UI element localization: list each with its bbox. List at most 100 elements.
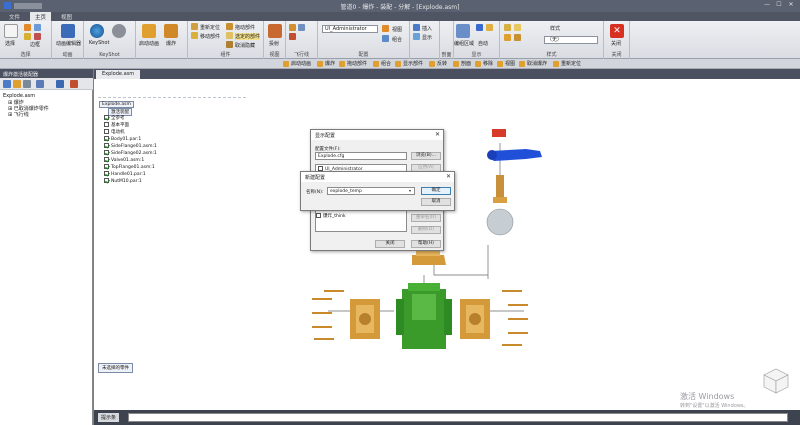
drag-part-label[interactable]: 拖动部件 — [235, 24, 255, 31]
select-tool-icon[interactable] — [24, 24, 31, 31]
close-icon[interactable]: ✕ — [435, 131, 440, 138]
select-tool-icon[interactable] — [34, 33, 41, 40]
animation-editor-icon[interactable] — [61, 24, 75, 38]
chevron-down-icon[interactable]: ▾ — [409, 188, 411, 193]
config-list-item[interactable]: 爆炸_think — [316, 213, 346, 219]
asm-item[interactable]: 基本平面 — [104, 122, 129, 128]
insert-label[interactable]: 插入 — [422, 25, 432, 32]
unselected-parts-button[interactable]: 未选择的零件 — [98, 363, 133, 373]
flyline-icon[interactable] — [298, 24, 305, 31]
visibility-checkbox[interactable] — [104, 150, 109, 155]
close-icon[interactable]: ✕ — [446, 173, 451, 180]
graphics-viewport[interactable]: Explode.asm 激活装配 全参考 基本平面 电动机 Body01.par… — [94, 79, 800, 410]
asm-item[interactable]: Handle01.par:1 — [104, 171, 146, 177]
view-label[interactable]: 视图 — [392, 26, 402, 33]
visibility-checkbox[interactable] — [104, 157, 109, 162]
tree-tool-icon[interactable] — [56, 80, 64, 88]
start-animation-icon[interactable] — [142, 24, 156, 38]
style-combo[interactable]: （无） — [544, 36, 598, 44]
style-icon[interactable] — [514, 34, 521, 41]
toolbar-view[interactable]: 视图 — [496, 60, 515, 68]
tree-item-flyline[interactable]: ⊞ 飞行线 — [8, 111, 29, 118]
minimize-button[interactable]: — — [762, 1, 772, 10]
name-field[interactable]: explode_temp — [327, 187, 415, 195]
display-icon[interactable] — [413, 33, 420, 40]
visibility-checkbox[interactable] — [104, 171, 109, 176]
select-tool-icon[interactable] — [34, 24, 41, 31]
toolbar-combine[interactable]: 组合 — [372, 60, 391, 68]
visibility-checkbox[interactable] — [104, 164, 109, 169]
close-window-button[interactable]: ✕ — [786, 1, 796, 10]
select-arrow-icon[interactable] — [4, 24, 18, 38]
tree-tool-icon[interactable] — [3, 80, 11, 88]
toolbar-section[interactable]: 剖面 — [452, 60, 471, 68]
asm-item[interactable]: Body01.par:1 — [104, 136, 141, 142]
asm-item[interactable]: NutM10.par:1 — [104, 178, 142, 184]
tab-file[interactable]: 文件 — [4, 12, 25, 21]
style-icon[interactable] — [514, 24, 521, 31]
browse-button[interactable]: 浏览(B)... — [411, 152, 441, 160]
maximize-button[interactable]: ☐ — [774, 1, 784, 10]
toolbar-reposition[interactable]: 重新定位 — [552, 60, 581, 68]
ok-button[interactable]: 确定 — [421, 187, 451, 195]
document-tab[interactable]: Explode.asm — [96, 70, 141, 79]
tree-tool-icon[interactable] — [36, 80, 44, 88]
toolbar-explode[interactable]: 爆炸 — [316, 60, 335, 68]
auto-icon[interactable] — [486, 24, 493, 31]
tab-home[interactable]: 主页 — [30, 12, 52, 21]
visibility-checkbox[interactable] — [104, 143, 109, 148]
asm-root[interactable]: Explode.asm — [99, 101, 134, 108]
select-tool-icon[interactable] — [24, 33, 31, 40]
visibility-checkbox[interactable] — [104, 136, 109, 141]
asm-item[interactable]: Valve01.asm:1 — [104, 157, 144, 163]
asm-item[interactable]: TopFlange01.asm:1 — [104, 164, 155, 170]
dialog-close-button[interactable]: 关闭 — [375, 240, 405, 248]
display-label[interactable]: 显示 — [422, 34, 432, 41]
unhide-label[interactable]: 取消隐藏 — [235, 42, 255, 49]
flyline-icon[interactable] — [289, 33, 296, 40]
close-icon[interactable]: ✕ — [610, 24, 624, 38]
config-file-field[interactable]: Explode.cfg — [315, 152, 407, 160]
view-icon[interactable] — [382, 25, 389, 32]
help-button[interactable]: 帮助(H) — [411, 240, 441, 248]
reposition-icon[interactable] — [191, 23, 198, 30]
toolbar-reverse[interactable]: 反转 — [428, 60, 447, 68]
auto-icon[interactable] — [476, 24, 483, 31]
group-area-icon[interactable] — [456, 24, 470, 38]
move-part-icon[interactable] — [191, 32, 198, 39]
move-part-label[interactable]: 移动部件 — [200, 33, 220, 40]
delete-button[interactable]: 删除(D) — [411, 226, 441, 234]
visibility-checkbox[interactable] — [104, 122, 109, 127]
explode-icon[interactable] — [164, 24, 178, 38]
flyline-icon[interactable] — [289, 24, 296, 31]
drag-part-icon[interactable] — [226, 23, 233, 30]
selected-parts-label[interactable]: 选定的部件 — [235, 33, 261, 40]
style-icon[interactable] — [504, 34, 511, 41]
toolbar-drag-part[interactable]: 拖动部件 — [338, 60, 367, 68]
toolbar-remove[interactable]: 移除 — [474, 60, 493, 68]
config-checkbox[interactable] — [316, 213, 321, 218]
asm-item[interactable]: 全参考 — [104, 115, 125, 121]
insert-icon[interactable] — [413, 24, 420, 31]
combine-icon[interactable] — [382, 35, 389, 42]
visibility-checkbox[interactable] — [104, 115, 109, 120]
projection-icon[interactable] — [268, 24, 282, 38]
toolbar-show-parts[interactable]: 显示部件 — [394, 60, 423, 68]
cancel-button[interactable]: 取消 — [421, 198, 451, 206]
tree-tool-icon[interactable] — [13, 80, 21, 88]
prompt-input[interactable] — [128, 413, 788, 422]
configuration-combo[interactable]: UI_Administrator — [322, 25, 378, 33]
reposition-label[interactable]: 重新定位 — [200, 24, 220, 31]
toolbar-unexplode[interactable]: 取消爆炸 — [518, 60, 547, 68]
toolbar-start-animation[interactable]: 启动动画 — [282, 60, 311, 68]
visibility-checkbox[interactable] — [104, 129, 109, 134]
unhide-icon[interactable] — [226, 41, 233, 48]
tree-tool-icon[interactable] — [70, 80, 78, 88]
visibility-checkbox[interactable] — [104, 178, 109, 183]
tab-view[interactable]: 视图 — [56, 12, 77, 21]
tree-tool-icon[interactable] — [23, 80, 31, 88]
asm-item[interactable]: SideFlange02.asm:1 — [104, 150, 157, 156]
combine-label[interactable]: 组合 — [392, 36, 402, 43]
rename-button[interactable]: 重命名(R) — [411, 214, 441, 222]
style-icon[interactable] — [504, 24, 511, 31]
